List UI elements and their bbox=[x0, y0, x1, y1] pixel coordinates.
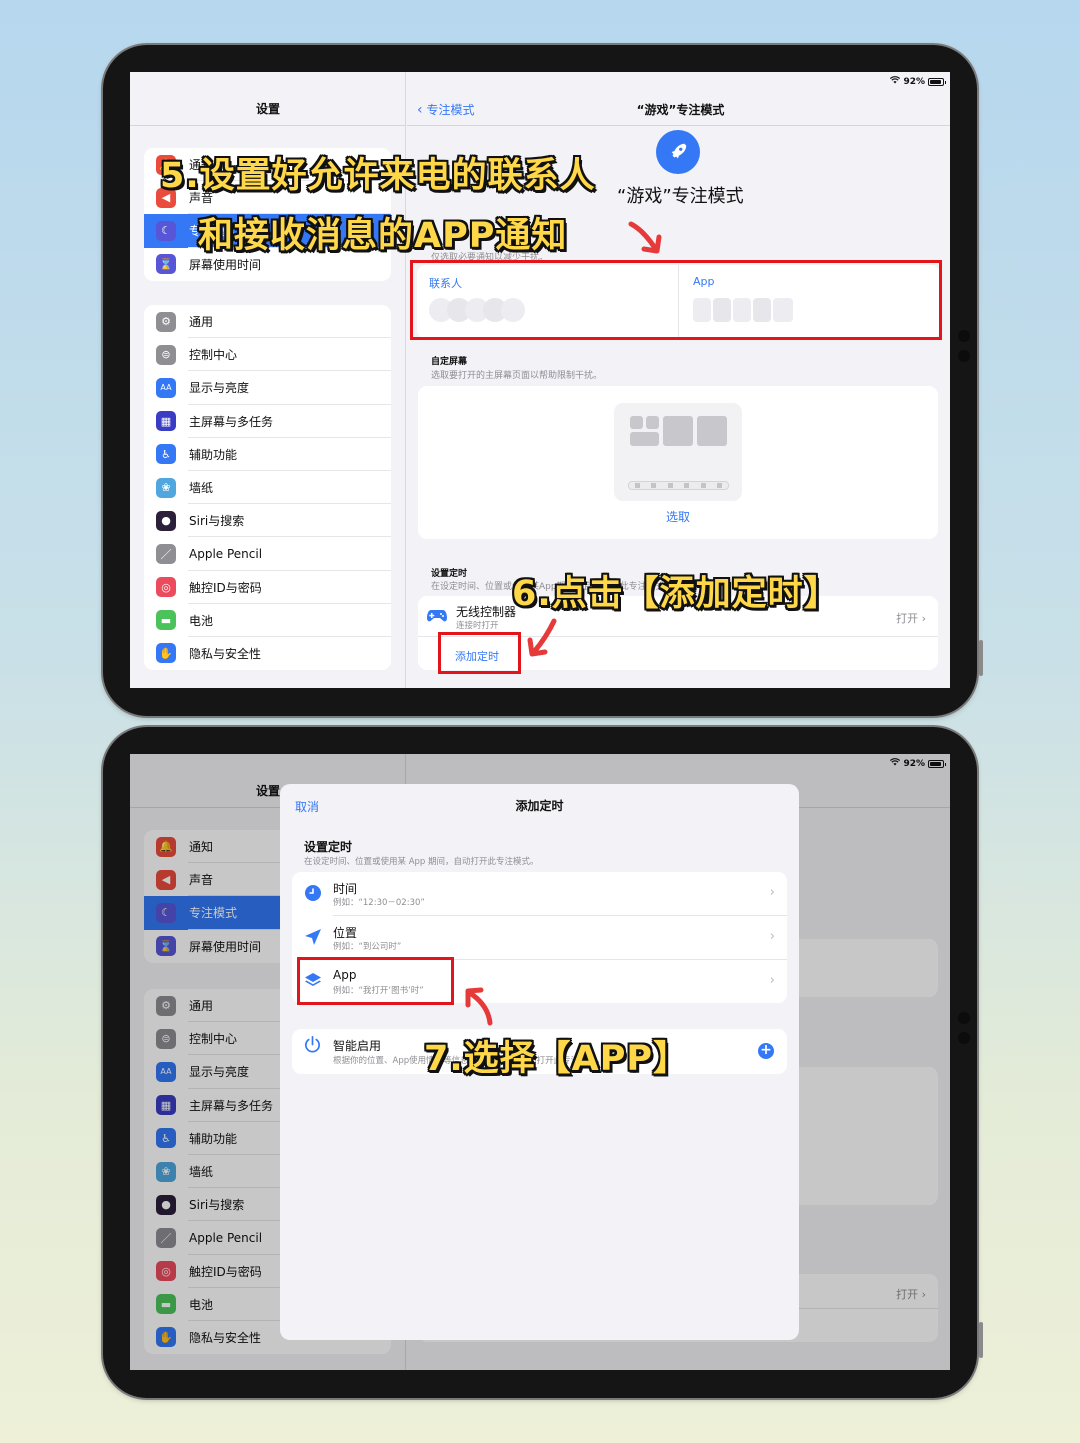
sidebar-item-label: 辅助功能 bbox=[189, 447, 238, 462]
fingerprint-icon: ◎ bbox=[156, 577, 176, 598]
moon-icon: ☾ bbox=[156, 220, 176, 241]
sidebar-item-label: 控制中心 bbox=[189, 348, 238, 363]
sidebar-item-label: Apple Pencil bbox=[189, 546, 263, 561]
row-title: 位置 bbox=[333, 926, 358, 940]
clock-icon bbox=[304, 884, 322, 902]
arrow-icon-step7 bbox=[465, 987, 493, 1026]
controller-title: 无线控制器 bbox=[456, 605, 517, 619]
grid-icon: ▦ bbox=[156, 411, 176, 432]
arrow-icon-step6 bbox=[527, 618, 557, 657]
focus-mode-name: “游戏”专注模式 bbox=[617, 186, 744, 207]
chevron-right-icon: › bbox=[769, 973, 775, 988]
sidebar-item[interactable]: ▬ 电池 bbox=[144, 604, 391, 638]
power-icon bbox=[303, 1035, 322, 1058]
annotation-step6: 6.点击【添加定时】 bbox=[512, 574, 840, 614]
siri-icon: ● bbox=[156, 510, 176, 531]
volume-button bbox=[979, 640, 983, 676]
annotation-step7: 7.选择【APP】 bbox=[424, 1039, 690, 1079]
camera-dot bbox=[958, 1032, 970, 1044]
sidebar-item[interactable]: ▦ 主屏幕与多任务 bbox=[144, 405, 391, 438]
row-subtitle: 例如：“12:30－02:30” bbox=[333, 898, 425, 908]
sidebar-item-label: 墙纸 bbox=[189, 481, 214, 496]
sidebar-item[interactable]: ● Siri与搜索 bbox=[144, 504, 391, 538]
location-arrow-icon bbox=[304, 928, 322, 946]
camera-dot bbox=[958, 330, 970, 342]
sidebar-item[interactable]: ♿ 辅助功能 bbox=[144, 438, 391, 472]
sidebar-item[interactable]: ◎ 触控ID与密码 bbox=[144, 571, 391, 604]
camera-dot bbox=[958, 1012, 970, 1024]
chevron-right-icon: › bbox=[769, 929, 775, 944]
flower-icon: ❀ bbox=[156, 477, 176, 498]
hand-icon: ✋ bbox=[156, 643, 176, 664]
game-controller-icon bbox=[427, 608, 447, 627]
pencil-icon: ／ bbox=[156, 543, 176, 564]
arrow-icon-step5 bbox=[628, 221, 662, 254]
battery-icon: ▬ bbox=[156, 610, 176, 631]
sidebar-item-label: 屏幕使用时间 bbox=[189, 257, 262, 272]
volume-button bbox=[979, 1322, 983, 1358]
section-title: 设置定时 bbox=[304, 840, 353, 854]
add-circle-icon[interactable]: + bbox=[758, 1043, 774, 1059]
sidebar-item-label: 触控ID与密码 bbox=[189, 580, 262, 595]
controller-value: 打开 › bbox=[896, 612, 926, 625]
home-screen-preview[interactable] bbox=[614, 403, 742, 501]
trigger-row-location[interactable]: 位置 例如：“到公司时” › bbox=[292, 916, 787, 959]
sidebar-item-label: 隐私与安全性 bbox=[189, 646, 262, 661]
nav-bar: ‹ 专注模式 “游戏”专注模式 bbox=[407, 92, 950, 126]
sidebar-item[interactable]: ／ Apple Pencil bbox=[144, 537, 391, 571]
controller-subtitle: 连接时打开 bbox=[456, 621, 499, 631]
choose-button[interactable]: 选取 bbox=[418, 508, 938, 525]
sidebar-item[interactable]: ⚙ 通用 bbox=[144, 305, 391, 339]
chevron-right-icon: › bbox=[921, 612, 926, 625]
chevron-right-icon: › bbox=[769, 885, 775, 900]
accessibility-icon: ♿ bbox=[156, 444, 176, 465]
page-title: “游戏”专注模式 bbox=[636, 103, 725, 117]
toggles-icon: ⊜ bbox=[156, 344, 176, 365]
row-subtitle: 例如：“到公司时” bbox=[333, 942, 402, 952]
hourglass-icon: ⌛ bbox=[156, 254, 176, 275]
sidebar-item[interactable]: ❀ 墙纸 bbox=[144, 471, 391, 505]
text-size-icon: AA bbox=[156, 377, 176, 398]
smart-title: 智能启用 bbox=[333, 1039, 382, 1053]
sidebar-title: 设置 bbox=[130, 92, 406, 126]
rocket-icon bbox=[656, 130, 700, 174]
sidebar-item[interactable]: ✋ 隐私与安全性 bbox=[144, 637, 391, 670]
row-title: 时间 bbox=[333, 882, 358, 896]
highlight-box-add-schedule bbox=[438, 632, 521, 674]
sidebar-group-2: ⚙ 通用 ⊜ 控制中心 AA 显示与亮度 ▦ 主屏幕与多任务 ♿ 辅助功能 ❀ 墙纸 ● Siri与搜索 ／… bbox=[144, 305, 391, 671]
custom-screen-title: 自定屏幕 bbox=[431, 357, 468, 367]
sidebar-item-label: 显示与亮度 bbox=[189, 381, 250, 396]
custom-screen-card: 选取 bbox=[418, 386, 938, 539]
sidebar-item[interactable]: ⊜ 控制中心 bbox=[144, 338, 391, 372]
section-subtitle: 在设定时间、位置或使用某 App 期间，自动打开此专注模式。 bbox=[304, 857, 539, 867]
gear-icon: ⚙ bbox=[156, 311, 176, 332]
sidebar-item-label: 电池 bbox=[189, 613, 214, 628]
modal-title: 添加定时 bbox=[515, 799, 564, 813]
custom-screen-subtitle: 选取要打开的主屏幕页面以帮助限制干扰。 bbox=[431, 371, 603, 381]
trigger-row-time[interactable]: 时间 例如：“12:30－02:30” › bbox=[292, 872, 787, 915]
sidebar-item-label: 通用 bbox=[189, 315, 214, 330]
annotation-step5-line1: 5.设置好允许来电的联系人 bbox=[160, 156, 596, 196]
annotation-step5-line2: 和接收消息的APP通知 bbox=[198, 216, 568, 256]
sidebar-item[interactable]: AA 显示与亮度 bbox=[144, 371, 391, 405]
camera-dot bbox=[958, 350, 970, 362]
schedule-title: 设置定时 bbox=[431, 569, 468, 579]
sidebar-item-label: Siri与搜索 bbox=[189, 514, 245, 529]
sidebar-item-label: 主屏幕与多任务 bbox=[189, 414, 274, 429]
highlight-box-app-trigger bbox=[297, 957, 454, 1005]
highlight-box-contacts-apps bbox=[410, 260, 942, 340]
